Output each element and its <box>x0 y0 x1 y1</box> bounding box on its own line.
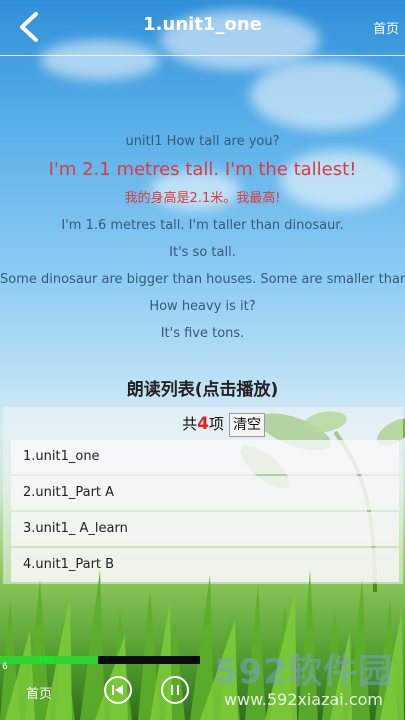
count-suffix: 项 <box>208 415 224 433</box>
progress-bar[interactable] <box>0 656 200 664</box>
pause-icon <box>171 685 179 695</box>
app-header: 1.unit1_one 首页 <box>0 0 405 56</box>
playlist-item[interactable]: 3.unit1_ A_learn <box>11 512 399 546</box>
progress-current: 6 <box>2 662 8 672</box>
playlist-title: 朗读列表(点击播放) <box>126 380 279 400</box>
skip-previous-icon <box>112 685 123 695</box>
lyric-line: I'm 1.6 metres tall. I'm taller than din… <box>61 218 344 233</box>
count-prefix: 共 <box>182 415 198 433</box>
playlist-item[interactable]: 2.unit1_Part A <box>11 476 399 510</box>
lyric-line: unitl1 How tall are you? <box>125 134 280 149</box>
watermark: 592软件园 www.592xiazai.com <box>202 644 405 720</box>
page-title: 1.unit1_one <box>143 14 262 35</box>
count-number: 4 <box>197 414 209 434</box>
lyrics-panel: unitl1 How tall are you? I'm 2.1 metres … <box>0 128 405 347</box>
lyric-line-current: I'm 2.1 metres tall. I'm the tallest! <box>48 159 357 180</box>
playlist-panel: 共4项 清空 1.unit1_one 2.unit1_Part A 3.unit… <box>3 407 403 584</box>
previous-button[interactable] <box>104 676 132 704</box>
lyric-line-translation: 我的身高是2.1米。我最高! <box>124 191 281 206</box>
lyric-line: How heavy is it? <box>149 299 256 314</box>
playlist-count: 共4项 <box>3 413 403 434</box>
watermark-url: www.592xiazai.com <box>223 690 384 709</box>
lyric-line: It's so tall. <box>169 245 236 260</box>
clear-button[interactable]: 清空 <box>229 413 265 437</box>
pause-button[interactable] <box>161 676 189 704</box>
watermark-logo: 592软件园 <box>214 652 393 692</box>
lyric-line: Some dinosaur are bigger than houses. So… <box>0 272 405 287</box>
home-link[interactable]: 首页 <box>373 18 399 37</box>
header-divider <box>0 55 405 56</box>
home-button[interactable]: 首页 <box>26 683 52 702</box>
lyric-line: It's five tons. <box>160 326 245 341</box>
cloud <box>250 60 400 130</box>
playlist-item[interactable]: 1.unit1_one <box>11 440 399 474</box>
progress-total: 143 <box>38 655 54 664</box>
